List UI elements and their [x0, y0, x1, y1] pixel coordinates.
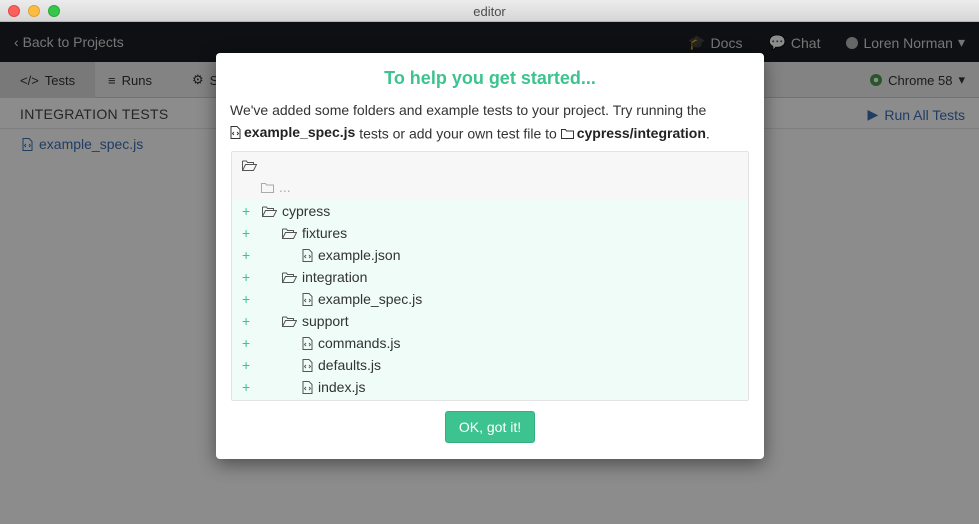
file-tree: ... + cypress + fixtures + example.json + integ… [231, 151, 749, 401]
tree-row: + cypress [232, 200, 748, 222]
folder-open-icon [242, 160, 257, 171]
file-code-icon [230, 125, 241, 139]
tree-row: + example_spec.js [232, 288, 748, 310]
modal-description: We've added some folders and example tes… [230, 99, 750, 145]
tree-row: + index.js [232, 376, 748, 398]
tree-item-name: index.js [318, 379, 366, 395]
folder-open-icon [282, 272, 297, 283]
folder-open-icon [282, 316, 297, 327]
tree-existing-placeholder-row: ... [232, 176, 748, 198]
intro-text: We've added some folders and example tes… [230, 102, 707, 118]
folder-open-icon [262, 206, 277, 217]
added-marker: + [242, 269, 251, 285]
tree-row: + defaults.js [232, 354, 748, 376]
file-code-icon [302, 248, 313, 262]
folder-open-icon [282, 228, 297, 239]
folder-icon [261, 182, 274, 193]
onboarding-modal: To help you get started... We've added s… [216, 53, 764, 459]
tree-item-name: support [302, 313, 349, 329]
tree-item-name: cypress [282, 203, 331, 219]
file-code-icon [302, 358, 313, 372]
folder-name: cypress/integration [576, 125, 706, 141]
tree-row: + fixtures [232, 222, 748, 244]
ok-got-it-button[interactable]: OK, got it! [445, 411, 535, 443]
modal-title: To help you get started... [384, 68, 596, 88]
added-marker: + [242, 291, 251, 307]
added-tree-section: + cypress + fixtures + example.json + integrati… [232, 200, 748, 400]
folder-reference: cypress/integration [560, 122, 706, 144]
tree-root-row [232, 154, 748, 176]
added-marker: + [242, 357, 251, 373]
existing-tree-section: ... [232, 152, 748, 200]
tree-row: + support [232, 310, 748, 332]
added-marker: + [242, 335, 251, 351]
tree-item-name: defaults.js [318, 357, 382, 373]
tree-row: + commands.js [232, 332, 748, 354]
middle-text: tests or add your own test file to [359, 125, 557, 142]
added-marker: + [242, 313, 251, 329]
tree-row: + integration [232, 266, 748, 288]
tree-item-name: example_spec.js [318, 291, 423, 307]
folder-icon [560, 128, 574, 139]
file-code-icon [302, 380, 313, 394]
placeholder-label: ... [279, 179, 291, 195]
tree-item-name: integration [302, 269, 368, 285]
added-marker: + [242, 247, 251, 263]
window-title: editor [473, 4, 506, 19]
file-code-icon [302, 292, 313, 306]
added-marker: + [242, 203, 251, 219]
window-titlebar: editor [0, 0, 979, 22]
added-marker: + [242, 225, 251, 241]
tree-item-name: example.json [318, 247, 401, 263]
tree-item-name: commands.js [318, 335, 401, 351]
end-text: . [705, 125, 710, 142]
spec-name: example_spec.js [244, 124, 356, 140]
spec-file-reference: example_spec.js [230, 121, 355, 143]
file-code-icon [302, 336, 313, 350]
tree-item-name: fixtures [302, 225, 348, 241]
added-marker: + [242, 379, 251, 395]
tree-row: + example.json [232, 244, 748, 266]
